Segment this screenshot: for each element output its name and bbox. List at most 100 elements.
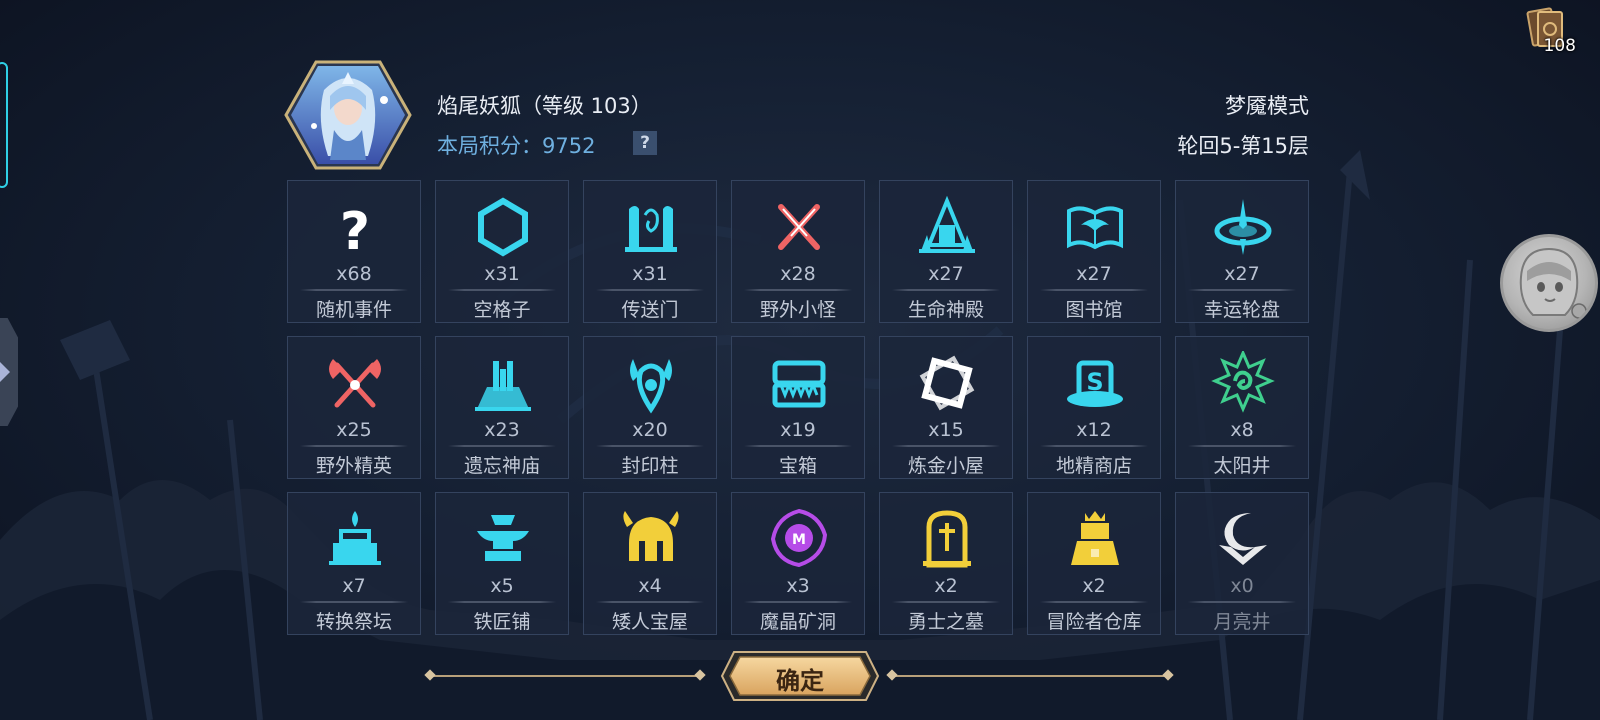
event-count: x0 <box>1230 575 1254 597</box>
expand-left-panel-button[interactable] <box>0 318 18 426</box>
event-count: x27 <box>928 263 964 285</box>
event-label: 魔晶矿洞 <box>759 611 836 633</box>
event-tile[interactable]: x7 转换祭坛 <box>287 492 421 635</box>
event-count: x2 <box>934 575 958 597</box>
moon-icon <box>1211 507 1275 571</box>
event-count: x15 <box>928 419 964 441</box>
anvil-icon <box>471 507 535 571</box>
event-count: x4 <box>638 575 662 597</box>
event-tile[interactable]: ? x68 随机事件 <box>287 180 421 323</box>
helmet-icon <box>619 507 683 571</box>
event-tile[interactable]: x8 太阳井 <box>1175 336 1309 479</box>
tile-divider <box>1188 445 1296 447</box>
wheel-icon <box>1211 195 1275 259</box>
tile-divider <box>892 601 1000 603</box>
event-tile[interactable]: x4 矮人宝屋 <box>583 492 717 635</box>
altar-icon <box>323 507 387 571</box>
event-count: x27 <box>1224 263 1260 285</box>
event-label: 随机事件 <box>315 299 392 321</box>
event-label: 宝箱 <box>778 455 817 477</box>
event-tile[interactable]: x2 勇士之墓 <box>879 492 1013 635</box>
tile-divider <box>300 445 408 447</box>
score-help-button[interactable]: ? <box>633 131 657 155</box>
event-tile[interactable]: x19 宝箱 <box>731 336 865 479</box>
game-mode: 梦魇模式 <box>1225 94 1309 118</box>
cycle-floor: 轮回5-第15层 <box>1177 134 1309 158</box>
crossed-axes-icon <box>323 351 387 415</box>
tile-divider <box>1040 601 1148 603</box>
event-count: x27 <box>1076 263 1112 285</box>
event-label: 空格子 <box>473 299 531 321</box>
event-tile[interactable]: x28 野外小怪 <box>731 180 865 323</box>
event-count: x5 <box>490 575 514 597</box>
event-tile[interactable]: x2 冒险者仓库 <box>1027 492 1161 635</box>
temple-icon <box>915 195 979 259</box>
event-tile[interactable]: x20 封印柱 <box>583 336 717 479</box>
event-tile[interactable]: Sx12 地精商店 <box>1027 336 1161 479</box>
event-label: 幸运轮盘 <box>1203 299 1280 321</box>
event-label: 炼金小屋 <box>907 455 984 477</box>
event-count: x28 <box>780 263 816 285</box>
event-label: 转换祭坛 <box>315 611 392 633</box>
pillar-icon <box>619 351 683 415</box>
left-side-panel-edge[interactable] <box>0 62 8 188</box>
crossed-swords-icon <box>767 195 831 259</box>
event-label: 月亮井 <box>1213 611 1271 633</box>
tile-divider <box>744 289 852 291</box>
event-tile[interactable]: x27 生命神殿 <box>879 180 1013 323</box>
game-screen: 108 焰尾妖狐（等级 103） 本局积分：9752 ? 梦魇模式 轮回5-第1… <box>0 0 1600 720</box>
event-label: 野外精英 <box>315 455 392 477</box>
event-label: 勇士之墓 <box>907 611 984 633</box>
hero-name-level: 焰尾妖狐（等级 103） <box>437 94 652 118</box>
hexagon-icon <box>471 195 535 259</box>
tile-divider <box>1040 289 1148 291</box>
event-count: x25 <box>336 419 372 441</box>
card-deck-button[interactable]: 108 <box>1522 6 1582 56</box>
companion-avatar-button[interactable] <box>1500 234 1598 332</box>
event-tile[interactable]: x5 铁匠铺 <box>435 492 569 635</box>
alchemy-icon <box>915 351 979 415</box>
companion-portrait <box>1519 247 1587 319</box>
event-label: 遗忘神庙 <box>463 455 540 477</box>
event-count: x19 <box>780 419 816 441</box>
svg-text:?: ? <box>340 202 370 259</box>
tile-divider <box>596 601 704 603</box>
event-label: 图书馆 <box>1065 299 1123 321</box>
tile-divider <box>448 289 556 291</box>
svg-text:M: M <box>792 532 806 548</box>
event-tile[interactable]: x31 空格子 <box>435 180 569 323</box>
tile-divider <box>448 445 556 447</box>
event-label: 封印柱 <box>621 455 679 477</box>
event-tile[interactable]: x25 野外精英 <box>287 336 421 479</box>
run-score: 本局积分：9752 <box>437 130 595 160</box>
shrine-icon <box>471 351 535 415</box>
confirm-button[interactable]: 确定 <box>720 650 880 702</box>
tile-divider <box>1188 601 1296 603</box>
event-tile[interactable]: x15 炼金小屋 <box>879 336 1013 479</box>
card-count: 108 <box>1543 36 1576 56</box>
event-tile[interactable]: x27 幸运轮盘 <box>1175 180 1309 323</box>
sun-icon <box>1211 349 1275 415</box>
svg-text:S: S <box>1086 368 1103 396</box>
event-label: 地精商店 <box>1055 455 1132 477</box>
event-count: x68 <box>336 263 372 285</box>
question-icon: ? <box>323 195 387 262</box>
event-tile[interactable]: x27 图书馆 <box>1027 180 1161 323</box>
chevron-right-icon <box>0 358 10 386</box>
event-count: x12 <box>1076 419 1112 441</box>
tile-divider <box>892 289 1000 291</box>
event-label: 生命神殿 <box>907 299 984 321</box>
event-tile[interactable]: x0 月亮井 <box>1175 492 1309 635</box>
event-tile[interactable]: x23 遗忘神庙 <box>435 336 569 479</box>
event-tile[interactable]: x31 传送门 <box>583 180 717 323</box>
divider-left <box>430 675 700 677</box>
event-tile[interactable]: Mx3 魔晶矿洞 <box>731 492 865 635</box>
event-count: x23 <box>484 419 520 441</box>
divider-right <box>892 675 1168 677</box>
event-count: x3 <box>786 575 810 597</box>
event-label: 野外小怪 <box>759 299 836 321</box>
tile-divider <box>300 601 408 603</box>
tile-divider <box>596 289 704 291</box>
book-icon <box>1063 195 1127 259</box>
tile-divider <box>448 601 556 603</box>
